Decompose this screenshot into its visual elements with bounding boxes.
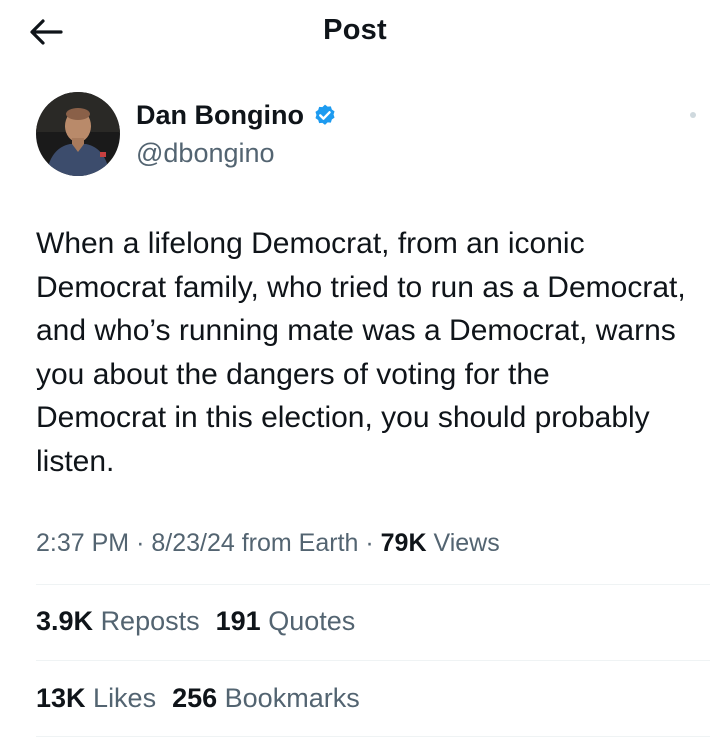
quotes-label: Quotes [268, 606, 356, 636]
page-title: Post [323, 14, 387, 46]
bookmarks-label: Bookmarks [224, 683, 360, 713]
reposts-label: Reposts [100, 606, 200, 636]
reposts-count: 3.9K [36, 606, 94, 636]
likes-label: Likes [93, 683, 157, 713]
author-handle[interactable]: @dbongino [136, 138, 275, 169]
bookmarks-count: 256 [172, 683, 218, 713]
views-count[interactable]: 79K [381, 529, 427, 557]
avatar-image [36, 92, 120, 176]
divider [36, 584, 710, 585]
author-name-row[interactable]: Dan Bongino [136, 100, 338, 131]
quotes-stat[interactable]: 191 Quotes [216, 606, 356, 637]
engagement-row-1: 3.9K Reposts 191 Quotes [36, 606, 371, 637]
divider [36, 736, 710, 737]
meta-separator: · [136, 529, 152, 557]
post-text: When a lifelong Democrat, from an iconic… [36, 227, 686, 478]
post-source: from Earth [241, 529, 359, 557]
top-bar: Post [0, 0, 710, 62]
meta-separator: · [365, 529, 381, 557]
views-label: Views [433, 529, 500, 557]
post-meta: 2:37 PM · 8/23/24 from Earth · 79K Views [36, 529, 500, 558]
reposts-stat[interactable]: 3.9K Reposts [36, 606, 200, 637]
author-name[interactable]: Dan Bongino [136, 100, 304, 131]
divider [36, 660, 710, 661]
bookmarks-stat[interactable]: 256 Bookmarks [172, 683, 360, 714]
avatar[interactable] [36, 92, 120, 176]
post-time[interactable]: 2:37 PM [36, 529, 129, 557]
quotes-count: 191 [215, 606, 261, 636]
likes-stat[interactable]: 13K Likes [36, 683, 156, 714]
verified-badge-icon [315, 104, 335, 125]
more-options-icon[interactable] [690, 112, 696, 118]
post-date[interactable]: 8/23/24 [151, 529, 234, 557]
likes-count: 13K [36, 683, 86, 713]
author-block: Dan Bongino @dbongino [36, 92, 696, 182]
engagement-row-2: 13K Likes 256 Bookmarks [36, 683, 376, 714]
